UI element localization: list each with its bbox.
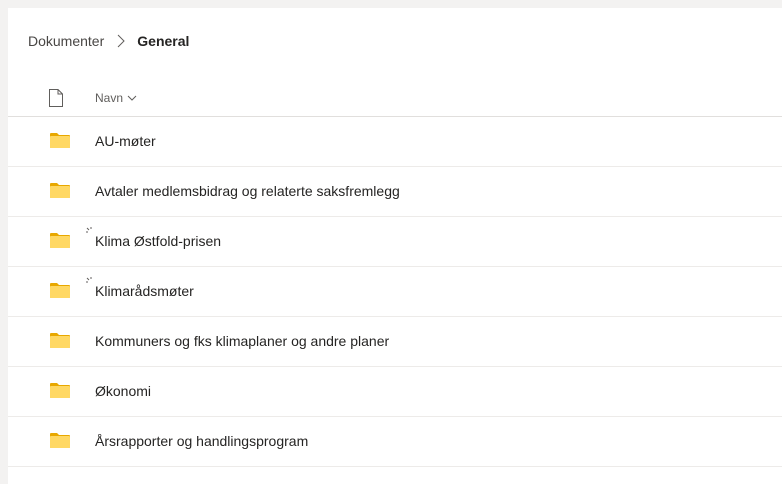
list-item[interactable]: AU-møter [8, 117, 782, 167]
folder-icon [50, 133, 70, 148]
list-item[interactable]: Avtaler medlemsbidrag og relaterte saksf… [8, 167, 782, 217]
list-item[interactable]: Kommuners og fks klimaplaner og andre pl… [8, 317, 782, 367]
folder-icon [50, 283, 70, 298]
breadcrumb-current-folder: General [137, 33, 190, 49]
folder-icon [50, 383, 70, 398]
folder-name[interactable]: Kommuners og fks klimaplaner og andre pl… [95, 333, 389, 349]
list-item[interactable]: Årsrapporter og handlingsprogram [8, 417, 782, 467]
list-header-row: Navn [8, 81, 782, 117]
list-item[interactable]: Klimarådsmøter [8, 267, 782, 317]
chevron-down-icon [127, 95, 137, 101]
name-column-label: Navn [95, 91, 124, 105]
folder-name[interactable]: Klima Østfold-prisen [95, 233, 221, 249]
chevron-right-icon [117, 34, 125, 48]
folder-icon [50, 233, 70, 248]
folder-icon [50, 333, 70, 348]
document-library-panel: Dokumenter General Navn AU-møter Avtaler … [8, 8, 782, 484]
name-column-header[interactable]: Navn [95, 91, 137, 105]
folder-name[interactable]: Økonomi [95, 383, 151, 399]
folder-list: AU-møter Avtaler medlemsbidrag og relater… [8, 117, 782, 467]
document-icon[interactable] [49, 89, 63, 107]
folder-name[interactable]: Klimarådsmøter [95, 283, 194, 299]
list-item[interactable]: Klima Østfold-prisen [8, 217, 782, 267]
folder-icon [50, 433, 70, 448]
folder-name[interactable]: Avtaler medlemsbidrag og relaterte saksf… [95, 183, 400, 199]
list-item[interactable]: Økonomi [8, 367, 782, 417]
breadcrumb: Dokumenter General [28, 31, 189, 51]
folder-icon [50, 183, 70, 198]
folder-name[interactable]: AU-møter [95, 133, 156, 149]
folder-name[interactable]: Årsrapporter og handlingsprogram [95, 433, 308, 449]
breadcrumb-documents-link[interactable]: Dokumenter [28, 33, 104, 49]
